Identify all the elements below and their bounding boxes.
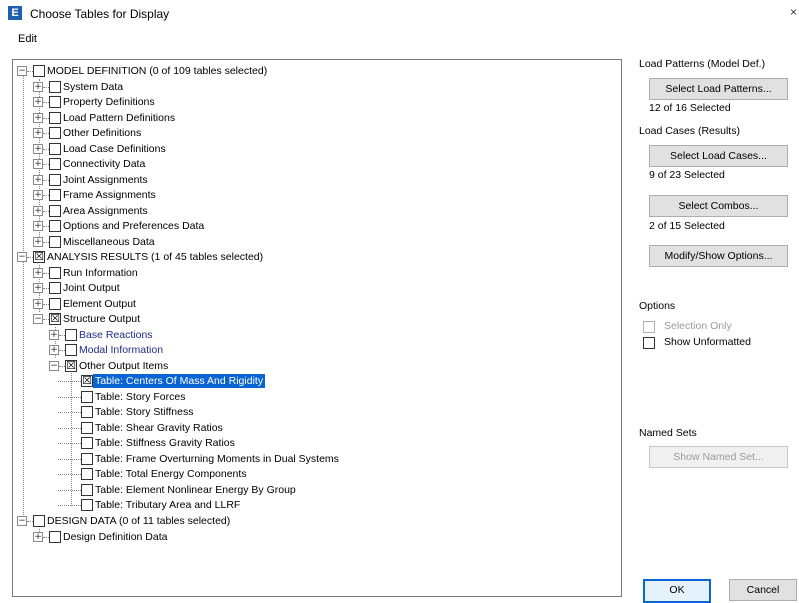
checkbox[interactable]: ☒: [65, 360, 77, 372]
checkbox[interactable]: [81, 437, 93, 449]
checkbox[interactable]: [33, 65, 45, 77]
checkbox[interactable]: [65, 329, 77, 341]
expand-icon[interactable]: +: [33, 237, 43, 247]
checkbox[interactable]: [49, 531, 61, 543]
checkbox[interactable]: [81, 422, 93, 434]
select-load-patterns-button[interactable]: Select Load Patterns...: [649, 78, 788, 100]
select-combos-button[interactable]: Select Combos...: [649, 195, 788, 217]
checkbox[interactable]: [33, 515, 45, 527]
checkbox[interactable]: [49, 220, 61, 232]
window-title: Choose Tables for Display: [30, 7, 170, 21]
expand-icon[interactable]: +: [33, 144, 43, 154]
expand-icon[interactable]: +: [49, 345, 59, 355]
expand-icon[interactable]: +: [33, 221, 43, 231]
checkbox[interactable]: [49, 282, 61, 294]
checkbox[interactable]: [81, 499, 93, 511]
select-load-cases-button[interactable]: Select Load Cases...: [649, 145, 788, 167]
named-sets-heading: Named Sets: [639, 427, 697, 439]
options-heading: Options: [639, 300, 676, 312]
expand-icon[interactable]: +: [33, 268, 43, 278]
checkbox[interactable]: [49, 174, 61, 186]
checkbox[interactable]: ☒: [49, 313, 61, 325]
show-unformatted-checkbox[interactable]: [643, 337, 655, 349]
collapse-icon[interactable]: −: [17, 252, 27, 262]
load-patterns-status: 12 of 16 Selected: [649, 102, 731, 114]
close-icon[interactable]: ×: [790, 5, 797, 19]
collapse-icon[interactable]: −: [33, 314, 43, 324]
checkbox[interactable]: ☒: [33, 251, 45, 263]
expand-icon[interactable]: +: [33, 299, 43, 309]
app-icon: E: [8, 6, 22, 20]
modify-show-options-button[interactable]: Modify/Show Options...: [649, 245, 788, 267]
checkbox[interactable]: [81, 406, 93, 418]
checkbox[interactable]: [49, 267, 61, 279]
cancel-button[interactable]: Cancel: [729, 579, 797, 601]
checkbox[interactable]: [49, 189, 61, 201]
checkbox[interactable]: [49, 81, 61, 93]
expand-icon[interactable]: +: [49, 330, 59, 340]
selection-only-checkbox[interactable]: [643, 321, 655, 333]
checkbox[interactable]: [81, 391, 93, 403]
checkbox[interactable]: [49, 112, 61, 124]
selection-only-label: Selection Only: [664, 320, 732, 332]
expand-icon[interactable]: +: [33, 175, 43, 185]
checkbox[interactable]: [49, 158, 61, 170]
expand-icon[interactable]: +: [33, 283, 43, 293]
show-unformatted-label: Show Unformatted: [664, 336, 751, 348]
expand-icon[interactable]: +: [33, 82, 43, 92]
ok-button[interactable]: OK: [643, 579, 711, 603]
checkbox[interactable]: [81, 468, 93, 480]
combos-status: 2 of 15 Selected: [649, 220, 725, 232]
expand-icon[interactable]: +: [33, 113, 43, 123]
show-named-set-button[interactable]: Show Named Set...: [649, 446, 788, 468]
expand-icon[interactable]: +: [33, 190, 43, 200]
collapse-icon[interactable]: −: [49, 361, 59, 371]
checkbox[interactable]: [49, 205, 61, 217]
checkbox[interactable]: [49, 298, 61, 310]
checkbox[interactable]: [49, 236, 61, 248]
checkbox[interactable]: [49, 96, 61, 108]
menu-bar: Edit: [0, 31, 799, 49]
checkbox[interactable]: [81, 453, 93, 465]
load-patterns-heading: Load Patterns (Model Def.): [639, 58, 766, 70]
menu-edit[interactable]: Edit: [18, 33, 37, 45]
expand-icon[interactable]: +: [33, 128, 43, 138]
checkbox[interactable]: [49, 143, 61, 155]
checkbox[interactable]: ☒: [81, 375, 93, 387]
expand-icon[interactable]: +: [33, 97, 43, 107]
checkbox[interactable]: [65, 344, 77, 356]
checkbox[interactable]: [81, 484, 93, 496]
load-cases-status: 9 of 23 Selected: [649, 169, 725, 181]
checkbox[interactable]: [49, 127, 61, 139]
collapse-icon[interactable]: −: [17, 516, 27, 526]
title-bar: E Choose Tables for Display ×: [0, 0, 799, 28]
expand-icon[interactable]: +: [33, 159, 43, 169]
expand-icon[interactable]: +: [33, 206, 43, 216]
load-cases-heading: Load Cases (Results): [639, 125, 740, 137]
table-tree[interactable]: − MODEL DEFINITION (0 of 109 tables sele…: [12, 59, 622, 597]
expand-icon[interactable]: +: [33, 532, 43, 542]
collapse-icon[interactable]: −: [17, 66, 27, 76]
